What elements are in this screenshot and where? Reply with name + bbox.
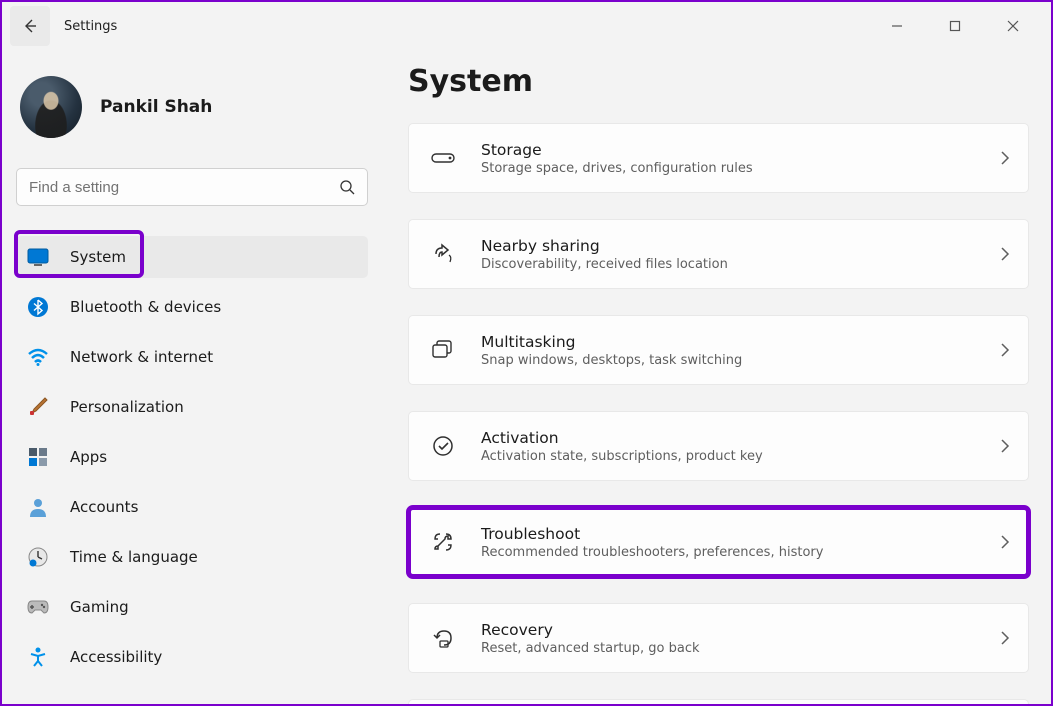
avatar	[20, 76, 82, 138]
brush-icon	[26, 395, 50, 419]
gaming-icon	[26, 595, 50, 619]
sidebar-item-label: Time & language	[70, 548, 198, 566]
sidebar-item-label: Bluetooth & devices	[70, 298, 221, 316]
recovery-icon	[429, 624, 457, 652]
username: Pankil Shah	[100, 97, 212, 117]
chevron-right-icon	[1000, 630, 1010, 646]
titlebar: Settings	[2, 2, 1051, 50]
window-title: Settings	[64, 19, 117, 34]
chevron-right-icon	[1000, 246, 1010, 262]
card-subtitle: Activation state, subscriptions, product…	[481, 449, 1000, 464]
sidebar-item-label: Accounts	[70, 498, 138, 516]
card-text: Troubleshoot Recommended troubleshooters…	[481, 525, 1000, 560]
card-subtitle: Discoverability, received files location	[481, 257, 1000, 272]
sidebar-item-gaming[interactable]: Gaming	[16, 586, 368, 628]
content-area: Pankil Shah System Bluetooth & devices	[2, 50, 1051, 704]
sidebar-item-label: Accessibility	[70, 648, 162, 666]
minimize-icon	[891, 20, 903, 32]
card-title: Storage	[481, 141, 1000, 159]
card-subtitle: Recommended troubleshooters, preferences…	[481, 545, 1000, 560]
sidebar-item-bluetooth[interactable]: Bluetooth & devices	[16, 286, 368, 328]
card-subtitle: Reset, advanced startup, go back	[481, 641, 1000, 656]
sidebar-item-system[interactable]: System	[16, 236, 368, 278]
card-title: Activation	[481, 429, 1000, 447]
bluetooth-icon	[26, 295, 50, 319]
back-arrow-icon	[22, 18, 38, 34]
search-box[interactable]	[16, 168, 368, 206]
card-title: Troubleshoot	[481, 525, 1000, 543]
sidebar-item-accessibility[interactable]: Accessibility	[16, 636, 368, 678]
chevron-right-icon	[1000, 150, 1010, 166]
card-subtitle: Snap windows, desktops, task switching	[481, 353, 1000, 368]
search-icon	[339, 179, 355, 195]
storage-icon	[429, 144, 457, 172]
maximize-icon	[949, 20, 961, 32]
nav-list: System Bluetooth & devices Network & int…	[16, 236, 368, 678]
minimize-button[interactable]	[877, 10, 917, 42]
card-projecting[interactable]: Projecting to this PC	[408, 699, 1029, 704]
sidebar-item-label: Gaming	[70, 598, 129, 616]
sidebar-item-network[interactable]: Network & internet	[16, 336, 368, 378]
card-subtitle: Storage space, drives, configuration rul…	[481, 161, 1000, 176]
close-button[interactable]	[993, 10, 1033, 42]
back-button[interactable]	[10, 6, 50, 46]
window-controls	[877, 10, 1043, 42]
card-nearby-sharing[interactable]: Nearby sharing Discoverability, received…	[408, 219, 1029, 289]
activation-icon	[429, 432, 457, 460]
close-icon	[1007, 20, 1019, 32]
page-title: System	[408, 64, 1029, 99]
chevron-right-icon	[1000, 534, 1010, 550]
settings-cards: Storage Storage space, drives, configura…	[408, 123, 1029, 704]
card-activation[interactable]: Activation Activation state, subscriptio…	[408, 411, 1029, 481]
card-storage[interactable]: Storage Storage space, drives, configura…	[408, 123, 1029, 193]
search-input[interactable]	[29, 179, 327, 196]
chevron-right-icon	[1000, 342, 1010, 358]
main-panel: System Storage Storage space, drives, co…	[382, 50, 1051, 704]
wifi-icon	[26, 345, 50, 369]
card-title: Multitasking	[481, 333, 1000, 351]
accessibility-icon	[26, 645, 50, 669]
sidebar-item-apps[interactable]: Apps	[16, 436, 368, 478]
card-troubleshoot[interactable]: Troubleshoot Recommended troubleshooters…	[408, 507, 1029, 577]
card-text: Nearby sharing Discoverability, received…	[481, 237, 1000, 272]
maximize-button[interactable]	[935, 10, 975, 42]
apps-icon	[26, 445, 50, 469]
profile-section[interactable]: Pankil Shah	[16, 70, 368, 154]
troubleshoot-icon	[429, 528, 457, 556]
sidebar-item-label: System	[70, 248, 126, 266]
card-title: Nearby sharing	[481, 237, 1000, 255]
card-title: Recovery	[481, 621, 1000, 639]
sidebar-item-label: Personalization	[70, 398, 184, 416]
sidebar: Pankil Shah System Bluetooth & devices	[2, 50, 382, 704]
card-text: Activation Activation state, subscriptio…	[481, 429, 1000, 464]
accounts-icon	[26, 495, 50, 519]
sidebar-item-label: Network & internet	[70, 348, 213, 366]
card-text: Storage Storage space, drives, configura…	[481, 141, 1000, 176]
chevron-right-icon	[1000, 438, 1010, 454]
sidebar-item-accounts[interactable]: Accounts	[16, 486, 368, 528]
time-icon	[26, 545, 50, 569]
share-icon	[429, 240, 457, 268]
card-text: Recovery Reset, advanced startup, go bac…	[481, 621, 1000, 656]
sidebar-item-label: Apps	[70, 448, 107, 466]
card-multitasking[interactable]: Multitasking Snap windows, desktops, tas…	[408, 315, 1029, 385]
sidebar-item-personalization[interactable]: Personalization	[16, 386, 368, 428]
card-text: Multitasking Snap windows, desktops, tas…	[481, 333, 1000, 368]
card-recovery[interactable]: Recovery Reset, advanced startup, go bac…	[408, 603, 1029, 673]
system-icon	[26, 245, 50, 269]
sidebar-item-time[interactable]: Time & language	[16, 536, 368, 578]
multitasking-icon	[429, 336, 457, 364]
